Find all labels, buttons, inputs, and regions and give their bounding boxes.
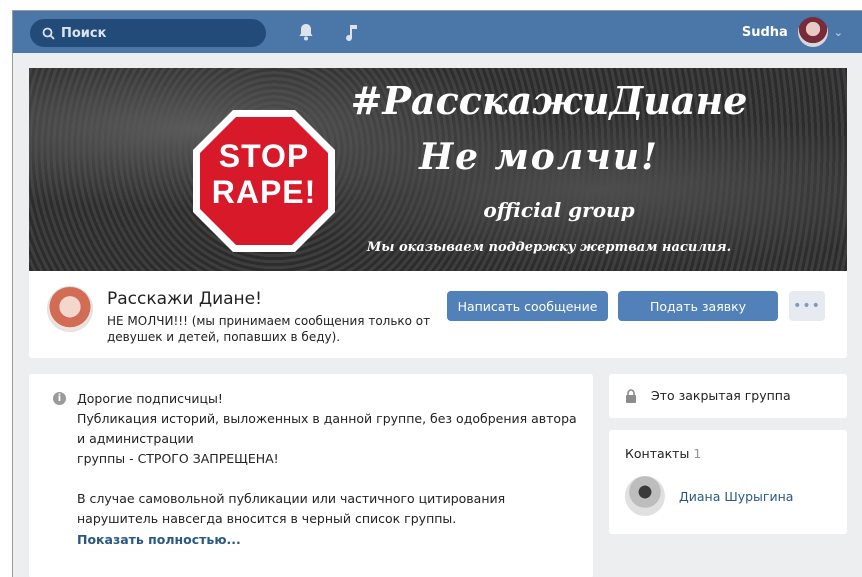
cover-subtitle: Не молчи! bbox=[419, 136, 659, 178]
show-more-link[interactable]: Показать полностью... bbox=[77, 532, 241, 547]
post-text: Дорогие подписчицы! Публикация историй, … bbox=[77, 389, 577, 529]
info-icon: i bbox=[53, 392, 66, 405]
contacts-card: Контакты 1 Диана Шурыгина bbox=[609, 430, 847, 534]
post-line: Публикация историй, выложенных в данной … bbox=[77, 411, 577, 426]
closed-group-label: Это закрытая группа bbox=[651, 388, 791, 403]
search-input[interactable]: Поиск bbox=[30, 19, 266, 47]
post-line: В случае самовольной публикации или част… bbox=[77, 491, 506, 506]
post-line: и администрации bbox=[77, 431, 194, 446]
contact-avatar[interactable] bbox=[625, 476, 665, 516]
contacts-header[interactable]: Контакты 1 bbox=[625, 446, 701, 461]
cover-title: #РасскажиДиане bbox=[350, 78, 748, 123]
more-actions-button[interactable]: ••• bbox=[789, 291, 825, 321]
stop-sign-text: STOP RAPE! bbox=[189, 138, 339, 210]
post-line: Дорогие подписчицы! bbox=[77, 391, 223, 406]
cover-official: official group bbox=[483, 198, 635, 222]
page-frame: Поиск Sudha ⌄ STOP RAPE! #РасскажиДиане … bbox=[12, 10, 862, 577]
group-header-card: STOP RAPE! #РасскажиДиане Не молчи! offi… bbox=[29, 68, 847, 358]
lock-icon bbox=[626, 389, 636, 403]
cover-tagline: Мы оказываем поддержку жертвам насилия. bbox=[366, 240, 732, 255]
contacts-label: Контакты bbox=[625, 446, 690, 461]
post-line: нарушитель навсегда вносится в черный сп… bbox=[77, 511, 457, 526]
top-bar: Поиск Sudha ⌄ bbox=[13, 11, 862, 53]
group-status: НЕ МОЛЧИ!!! (мы принимаем сообщения толь… bbox=[107, 314, 431, 344]
group-avatar[interactable] bbox=[47, 286, 93, 332]
post-line: группы - СТРОГО ЗАПРЕЩЕНА! bbox=[77, 451, 279, 466]
cover-image: STOP RAPE! #РасскажиДиане Не молчи! offi… bbox=[29, 68, 847, 271]
pinned-info-post: i Дорогие подписчицы! Публикация историй… bbox=[29, 374, 593, 577]
post-line bbox=[77, 469, 577, 489]
join-request-button[interactable]: Подать заявку bbox=[618, 291, 778, 321]
closed-group-card: Это закрытая группа bbox=[609, 374, 847, 418]
stop-sign-line2: RAPE! bbox=[211, 174, 317, 210]
group-name: Расскажи Диане! bbox=[107, 289, 262, 309]
user-menu[interactable]: Sudha ⌄ bbox=[742, 17, 843, 47]
search-placeholder: Поиск bbox=[61, 25, 107, 41]
user-avatar bbox=[797, 17, 828, 47]
send-message-button[interactable]: Написать сообщение bbox=[447, 291, 608, 321]
music-icon[interactable] bbox=[343, 22, 361, 42]
chevron-down-icon: ⌄ bbox=[833, 25, 843, 39]
contact-name-link[interactable]: Диана Шурыгина bbox=[679, 489, 793, 504]
stop-sign-line1: STOP bbox=[218, 138, 310, 174]
contacts-count: 1 bbox=[693, 446, 702, 461]
user-name: Sudha bbox=[741, 24, 788, 40]
bell-icon[interactable] bbox=[297, 22, 315, 42]
search-icon bbox=[42, 27, 55, 40]
